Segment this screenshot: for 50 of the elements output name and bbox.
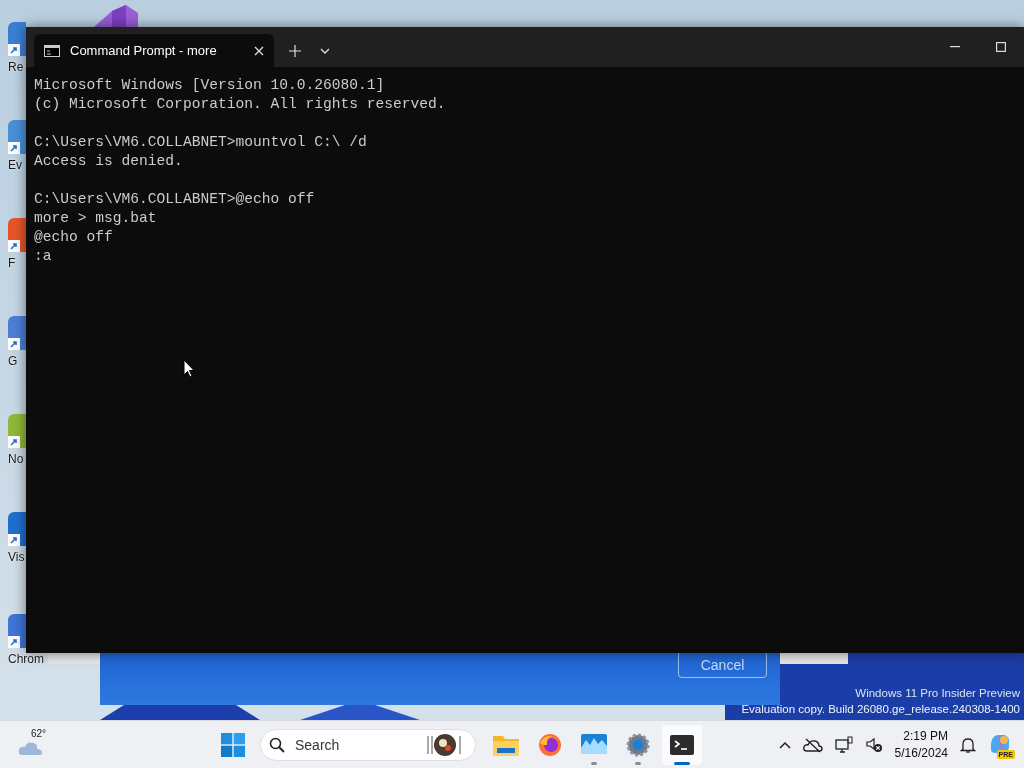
console-line: Microsoft Windows [Version 10.0.26080.1]: [34, 76, 386, 95]
clock[interactable]: 2:19 PM 5/16/2024: [894, 728, 948, 762]
search-bar[interactable]: Search: [260, 729, 476, 761]
plus-icon: [289, 44, 301, 57]
command-prompt-icon: [44, 44, 60, 57]
shortcut-icon[interactable]: [8, 512, 26, 546]
watermark-text: Windows 11 Pro Insider Preview: [855, 686, 1020, 701]
bell-icon[interactable]: [960, 736, 976, 754]
icon-label: Chrom: [7, 652, 44, 666]
console-line: more > msg.bat: [34, 209, 158, 228]
network-monitor-icon[interactable]: [834, 736, 853, 754]
shortcut-icon[interactable]: [8, 218, 26, 252]
weather-widget[interactable]: 62°: [18, 725, 52, 761]
console-line: Access is denied.: [34, 152, 184, 171]
icon-label: Vis: [7, 550, 25, 564]
cloud-off-icon[interactable]: [802, 737, 823, 753]
minimize-icon: [950, 46, 960, 48]
fox-globe-icon: [538, 733, 562, 757]
maximize-icon: [996, 42, 1006, 52]
search-field[interactable]: Search: [293, 736, 417, 754]
icon-label: F: [7, 256, 16, 270]
taskbar-app-button[interactable]: [662, 725, 702, 765]
search-icon: [269, 737, 285, 753]
tab-title: Command Prompt - more: [70, 43, 218, 58]
gear-icon: [626, 733, 650, 757]
shortcut-icon[interactable]: [8, 22, 26, 56]
temperature-text: 62°: [31, 728, 47, 739]
shortcut-icon[interactable]: [8, 120, 26, 154]
folder-icon: [493, 734, 519, 756]
icon-label: G: [7, 354, 18, 368]
watermark-text: Evaluation copy. Build 26080.ge_release.240308-1400: [741, 702, 1020, 717]
chart-window-icon: [581, 734, 607, 756]
terminal-icon: [670, 735, 694, 755]
shortcut-icon[interactable]: [8, 316, 26, 350]
console-line: C:\Users\VM6.COLLABNET>@echo off: [34, 190, 316, 209]
shortcut-icon[interactable]: [8, 414, 26, 448]
icon-label: No: [7, 452, 24, 466]
close-icon[interactable]: [254, 45, 264, 56]
console-line: :a: [34, 247, 53, 266]
shortcut-icon[interactable]: [8, 614, 26, 648]
mouse-cursor-icon: [183, 359, 195, 378]
chevron-up-icon[interactable]: [778, 741, 791, 749]
icon-label: Re: [7, 60, 24, 74]
terminal-tab[interactable]: Command Prompt - more: [34, 34, 274, 67]
console-line: C:\Users\VM6.COLLABNET>mountvol C:\ /d: [34, 133, 368, 152]
chevron-down-icon: [320, 47, 330, 54]
icon-label: Ev: [7, 158, 22, 172]
console-line: @echo off: [34, 228, 114, 247]
speaker-muted-icon[interactable]: [864, 737, 883, 753]
console-line: (c) Microsoft Corporation. All rights reserved.: [34, 95, 447, 114]
